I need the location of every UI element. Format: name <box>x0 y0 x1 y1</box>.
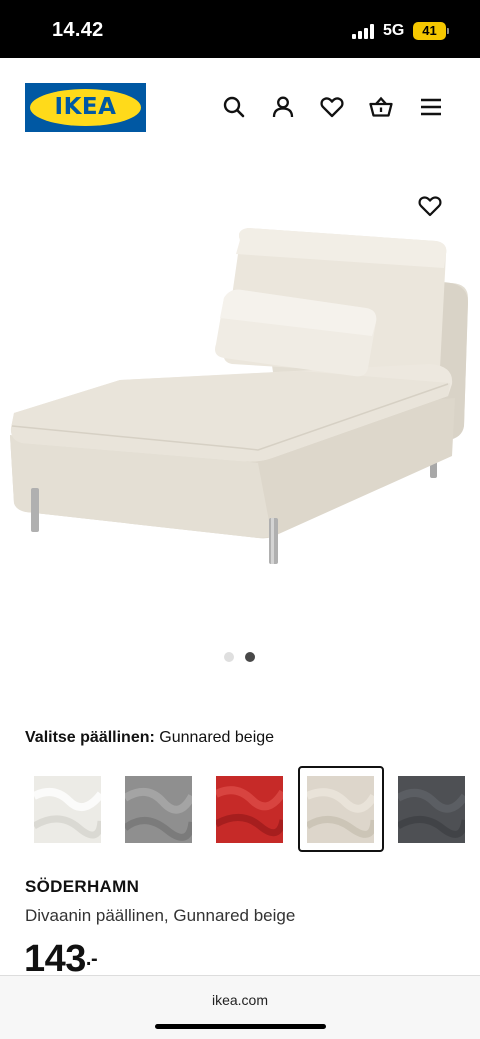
url-text[interactable]: ikea.com <box>0 992 480 1008</box>
favourite-product-icon[interactable] <box>417 193 443 219</box>
browser-address-bar[interactable]: ikea.com <box>0 975 480 1039</box>
cover-swatches <box>0 766 480 852</box>
carousel-dot[interactable] <box>224 652 234 662</box>
site-header: IKEA <box>0 58 480 158</box>
carousel-dot-active[interactable] <box>245 652 255 662</box>
swatch-red[interactable] <box>216 776 283 843</box>
swatch-dark-grey[interactable] <box>398 776 465 843</box>
status-time: 14.42 <box>52 19 104 41</box>
swatch-grey[interactable] <box>125 776 192 843</box>
image-carousel-dots <box>224 652 264 662</box>
account-icon[interactable] <box>270 94 296 120</box>
status-bar: 14.42 5G 41 <box>0 0 480 58</box>
signal-icon <box>352 24 376 39</box>
menu-icon[interactable] <box>418 94 444 120</box>
price-value: 143 <box>24 938 86 980</box>
ikea-logo[interactable]: IKEA <box>25 83 146 132</box>
product-brand: SÖDERHAMN <box>25 877 140 896</box>
battery-icon: 41 <box>413 22 446 40</box>
product-description: Divaanin päällinen, Gunnared beige <box>25 906 296 925</box>
swatch-white[interactable] <box>34 776 101 843</box>
product-image[interactable] <box>0 158 480 638</box>
search-icon[interactable] <box>221 94 247 120</box>
network-label: 5G <box>383 22 405 39</box>
logo-text: IKEA <box>54 94 117 120</box>
battery-cap <box>447 28 449 34</box>
home-indicator <box>155 1024 326 1029</box>
favourites-icon[interactable] <box>319 94 345 120</box>
price-suffix: .- <box>85 948 98 970</box>
cover-label: Valitse päällinen: <box>25 729 155 746</box>
cover-selection-label: Valitse päällinen: Gunnared beige <box>25 729 274 747</box>
swatch-gunnared-beige[interactable] <box>307 776 374 843</box>
cover-value: Gunnared beige <box>159 729 275 746</box>
shopping-bag-icon[interactable] <box>368 94 394 120</box>
